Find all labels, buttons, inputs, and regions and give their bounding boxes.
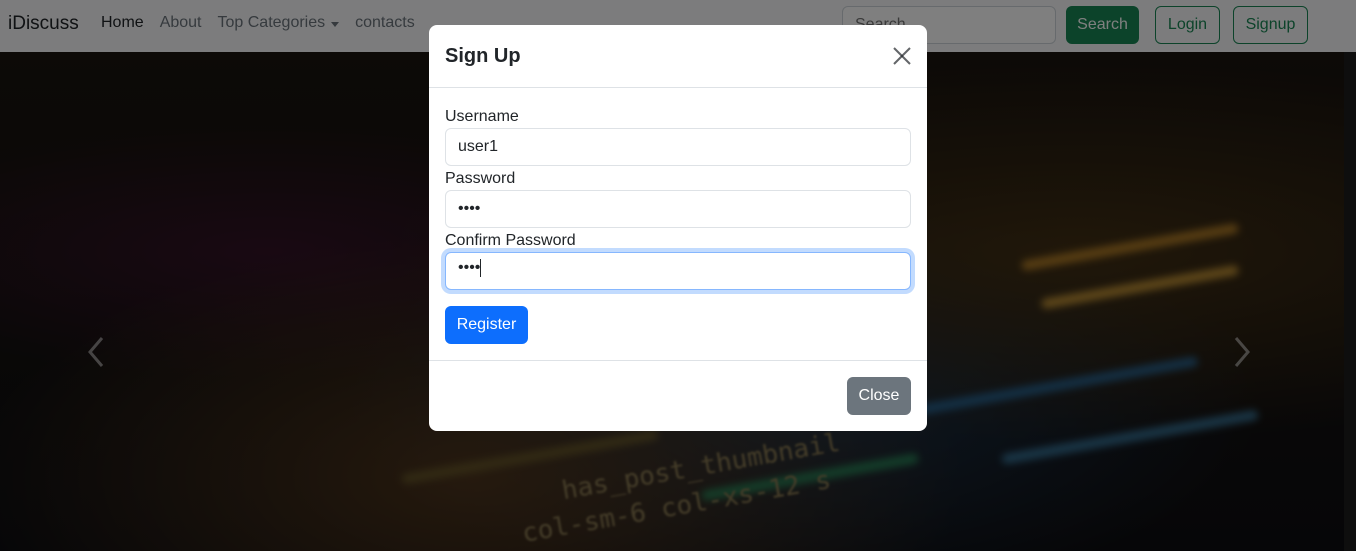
text-cursor bbox=[480, 259, 482, 277]
username-field[interactable] bbox=[445, 128, 911, 166]
password-label: Password bbox=[445, 170, 516, 187]
confirm-password-label: Confirm Password bbox=[445, 232, 576, 249]
close-icon[interactable] bbox=[892, 46, 912, 66]
modal-footer: Close bbox=[429, 360, 927, 431]
modal-header: Sign Up bbox=[429, 25, 927, 88]
close-button[interactable]: Close bbox=[847, 377, 911, 415]
confirm-password-field[interactable]: •••• bbox=[445, 252, 911, 290]
modal-body: Username Password Confirm Password •••• … bbox=[429, 89, 927, 361]
signup-modal: Sign Up Username Password Confirm Passwo… bbox=[429, 25, 927, 431]
modal-title: Sign Up bbox=[445, 45, 521, 67]
confirm-password-value: •••• bbox=[458, 259, 481, 277]
register-button[interactable]: Register bbox=[445, 306, 528, 344]
password-field[interactable] bbox=[445, 190, 911, 228]
username-label: Username bbox=[445, 108, 519, 125]
